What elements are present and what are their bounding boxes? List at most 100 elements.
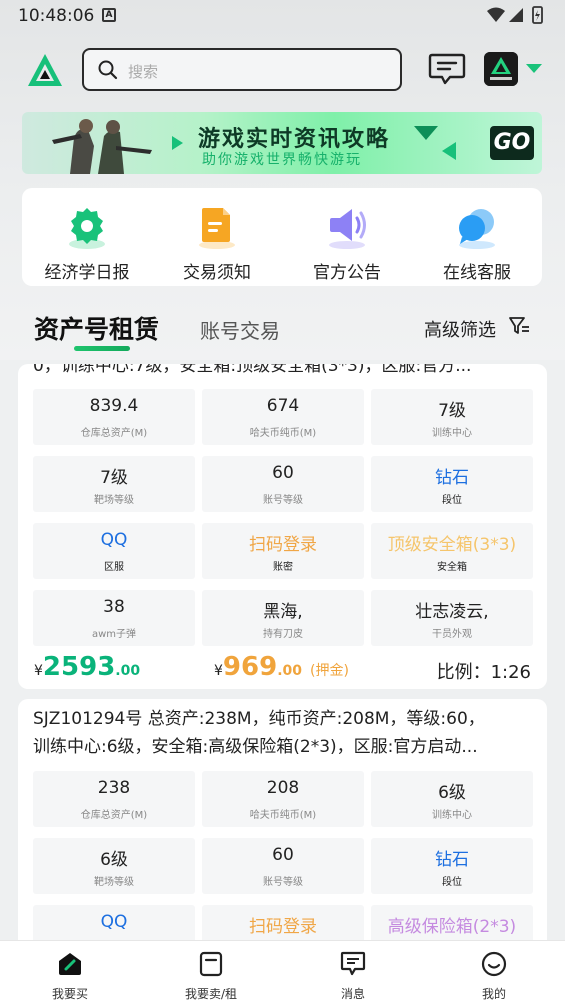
tab-account-trade[interactable]: 账号交易 [200, 315, 280, 344]
speaker-icon [329, 209, 366, 249]
price-decimal: .00 [115, 663, 141, 679]
deposit-tag: (押金) [310, 663, 349, 679]
listing-description: 0，训练中心:7级，安全箱:顶级安全箱(3*3)，区服:官方... [33, 364, 472, 376]
nav-item-buy[interactable]: 我要买 [30, 949, 110, 1001]
price-decimal: .00 [277, 663, 303, 679]
stat-cell: 839.4 仓库总资产(M) [33, 389, 195, 445]
stat-cell: 钻石 段位 [371, 838, 533, 894]
price-integer: 969 [222, 652, 278, 682]
home-icon [59, 953, 81, 975]
nav-label: 我要卖/租 [184, 987, 238, 1001]
listing-description: 训练中心:6级，安全箱:高级保险箱(2*3)，区服:官方启动... [33, 737, 478, 757]
quick-item-label: 官方公告 [313, 263, 381, 283]
stat-label: 靶场等级 [94, 495, 134, 506]
stat-cell: 7级 靶场等级 [33, 456, 195, 512]
stat-value: QQ [100, 912, 128, 932]
quick-item-label: 在线客服 [443, 263, 511, 283]
stat-label: 账密 [273, 562, 293, 573]
stat-label: 段位 [442, 877, 462, 888]
stat-label: 区服 [104, 562, 124, 573]
stat-value: 6级 [100, 850, 128, 870]
search-placeholder: 搜索 [128, 63, 159, 81]
stat-cell: 60 账号等级 [202, 838, 364, 894]
search-icon [98, 60, 118, 80]
tab-asset-rental[interactable]: 资产号租赁 [34, 310, 159, 346]
wifi-icon [487, 7, 505, 22]
filter-icon[interactable] [508, 316, 530, 336]
chat-bubble-icon [459, 209, 495, 249]
listing-description: SJZ101294号 总资产:238M，纯币资产:208M，等级:60， [33, 709, 485, 729]
arrow-decoration-icon [442, 142, 456, 160]
profile-icon [481, 951, 507, 977]
stat-value: 7级 [438, 401, 466, 421]
stat-value: 扫码登录 [249, 917, 317, 937]
stat-value: 839.4 [89, 396, 139, 416]
stat-label: 持有刀皮 [263, 629, 303, 640]
stat-value: 38 [103, 597, 125, 617]
quick-item-label: 交易须知 [183, 263, 251, 283]
avatar[interactable] [484, 52, 518, 86]
arrow-decoration-icon [414, 126, 438, 140]
quick-item-official-notice[interactable]: 官方公告 [282, 200, 412, 283]
nav-label: 我的 [481, 987, 506, 1001]
stat-value: 壮志凌云, [415, 602, 489, 622]
banner-go-button[interactable]: GO [490, 126, 534, 160]
deposit-price: ¥969.00 (押金) [214, 652, 349, 682]
chevron-down-icon[interactable] [526, 64, 542, 73]
stat-value: 7级 [100, 468, 128, 488]
nav-label: 我要买 [51, 987, 88, 1001]
stat-value: 208 [266, 778, 300, 798]
tag-icon [199, 951, 223, 977]
listing-card[interactable]: 0，训练中心:7级，安全箱:顶级安全箱(3*3)，区服:官方... 839.4 … [18, 364, 547, 689]
stat-label: 账号等级 [263, 877, 303, 888]
stat-value: 60 [272, 845, 294, 865]
listing-card[interactable]: SJZ101294号 总资产:238M，纯币资产:208M，等级:60， 训练中… [18, 699, 547, 959]
stat-cell: 钻石 段位 [371, 456, 533, 512]
app-logo-icon[interactable] [26, 52, 64, 88]
stat-label: 账号等级 [263, 495, 303, 506]
currency-symbol: ¥ [34, 663, 43, 679]
stat-cell: QQ 区服 [33, 523, 195, 579]
stat-value: 238 [97, 778, 131, 798]
nav-item-sell-rent[interactable]: 我要卖/租 [171, 949, 251, 1001]
banner-subtitle: 助你游戏世界畅快游玩 [202, 152, 362, 168]
stat-label: 哈夫币纯币(M) [249, 810, 317, 821]
stat-cell: 208 哈夫币纯币(M) [202, 771, 364, 827]
arrow-decoration-icon [172, 136, 183, 150]
rental-price: ¥2593.00 [34, 652, 140, 682]
stat-cell: 顶级安全箱(3*3) 安全箱 [371, 523, 533, 579]
tab-active-indicator [74, 346, 130, 351]
nav-label: 消息 [340, 987, 365, 1001]
stat-cell: 6级 训练中心 [371, 771, 533, 827]
stat-label: 仓库总资产(M) [80, 428, 148, 439]
stat-label: awm子弹 [91, 629, 137, 640]
advanced-filter-button[interactable]: 高级筛选 [424, 316, 496, 342]
stat-cell: 7级 训练中心 [371, 389, 533, 445]
stat-value: 6级 [438, 783, 466, 803]
price-integer: 2593 [42, 652, 116, 682]
stat-value: 扫码登录 [249, 535, 317, 555]
stat-label: 干员外观 [432, 629, 472, 640]
message-icon [340, 951, 366, 976]
quick-item-online-support[interactable]: 在线客服 [412, 200, 542, 283]
stat-label: 仓库总资产(M) [80, 810, 148, 821]
message-icon[interactable] [428, 52, 466, 86]
stat-value: 高级保险箱(2*3) [387, 917, 517, 937]
nav-item-profile[interactable]: 我的 [454, 949, 534, 1001]
status-time: 10:48:06 [18, 6, 95, 26]
gear-icon [69, 208, 105, 249]
price-row: ¥2593.00 ¥969.00 (押金) 比例：1:26 [18, 650, 547, 689]
stat-cell: 扫码登录 账密 [202, 523, 364, 579]
stat-cell: 238 仓库总资产(M) [33, 771, 195, 827]
quick-item-economics-daily[interactable]: 经济学日报 [22, 200, 152, 283]
search-input[interactable]: 搜索 [82, 48, 402, 91]
promo-banner[interactable]: 游戏实时资讯攻略 助你游戏世界畅快游玩 GO [22, 112, 542, 174]
stat-value: 674 [266, 396, 300, 416]
quick-item-trade-notice[interactable]: 交易须知 [152, 200, 282, 283]
nav-item-messages[interactable]: 消息 [313, 949, 393, 1001]
stat-cell: 6级 靶场等级 [33, 838, 195, 894]
currency-symbol: ¥ [214, 663, 223, 679]
stat-value: 顶级安全箱(3*3) [387, 535, 517, 555]
stat-value: 黑海, [263, 602, 303, 622]
avatar-logo-icon [484, 52, 518, 86]
